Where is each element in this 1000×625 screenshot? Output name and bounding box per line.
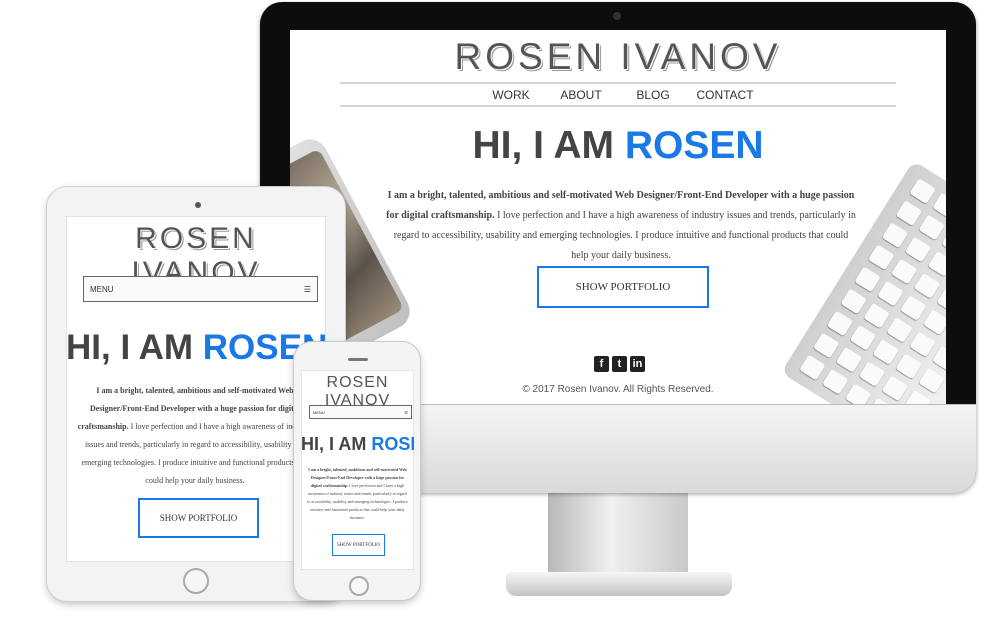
keyboard-key (812, 332, 840, 359)
show-portfolio-button[interactable]: SHOW PORTFOLIO (138, 498, 259, 538)
keyboard-key (890, 258, 918, 285)
hero-heading: HI, I AM ROSEN (301, 434, 414, 455)
keyboard-key (922, 309, 946, 336)
hero-prefix: HI, I AM (301, 434, 372, 454)
intro-rest: I love perfection and I have a high awar… (81, 422, 313, 485)
keyboard-key (854, 266, 881, 293)
nav-about[interactable]: ABOUT (545, 88, 617, 102)
show-portfolio-button[interactable]: SHOW PORTFOLIO (537, 266, 709, 308)
tablet-camera (195, 202, 201, 208)
hero-name: ROSEN (371, 434, 414, 454)
keyboard-key (927, 250, 946, 277)
menu-dropdown[interactable]: MENU ☰ (309, 405, 412, 419)
menu-label: MENU (90, 284, 114, 294)
hamburger-icon: ☰ (404, 409, 408, 415)
keyboard-key (936, 287, 946, 314)
intro-paragraph: I am a bright, talented, ambitious and s… (76, 382, 314, 490)
nav-blog[interactable]: BLOG (617, 88, 689, 102)
nav-bottom-rule (340, 105, 896, 107)
keyboard-key (895, 353, 922, 380)
keyboard-key (849, 324, 877, 351)
nav-contact[interactable]: CONTACT (689, 88, 761, 102)
phone-home-button (349, 576, 369, 596)
keyboard-key (877, 280, 904, 307)
keyboard-key (895, 200, 923, 227)
keyboard-key (900, 295, 927, 321)
keyboard-key (932, 345, 946, 372)
phone-screen: ROSEN IVANOV MENU ☰ HI, I AM ROSEN I am … (301, 370, 414, 570)
monitor-stand-neck (548, 492, 688, 582)
keyboard-key (909, 178, 936, 205)
keyboard-key (932, 192, 946, 219)
keyboard-key (840, 288, 867, 315)
keyboard-key (918, 214, 945, 241)
show-portfolio-button[interactable]: SHOW PORTFOLIO (332, 534, 385, 556)
site-logo[interactable]: ROSEN IVANOV (290, 36, 946, 78)
keyboard-key (886, 317, 913, 343)
keyboard-key (872, 339, 899, 365)
monitor-camera (613, 12, 621, 20)
keyboard-key (835, 346, 863, 373)
keyboard-key (826, 310, 854, 337)
intro-paragraph: I am a bright, talented, ambitious and s… (307, 466, 408, 522)
keyboard-key (863, 302, 890, 329)
tablet-screen: ROSEN IVANOV MENU ☰ HI, I AM ROSEN I am … (66, 216, 326, 562)
hamburger-icon: ☰ (303, 284, 311, 294)
tablet-home-button (183, 568, 209, 594)
nav-top-rule (340, 82, 896, 84)
hero-prefix: HI, I AM (472, 124, 625, 167)
keyboard-key (941, 228, 946, 255)
social-links: f t in (594, 356, 645, 372)
keyboard-key (909, 331, 936, 358)
intro-paragraph: I am a bright, talented, ambitious and s… (386, 186, 856, 266)
keyboard-key (904, 236, 932, 263)
hero-heading: HI, I AM ROSEN (290, 124, 946, 168)
hero-prefix: HI, I AM (66, 328, 203, 367)
intro-rest: I love perfection and I have a high awar… (307, 483, 408, 520)
keyboard-key (867, 397, 895, 404)
hero-name: ROSEN (624, 124, 764, 167)
twitter-icon[interactable]: t (612, 356, 627, 372)
keyboard-key (799, 354, 826, 381)
keyboard-key (881, 222, 909, 249)
hero-heading: HI, I AM ROSEN (66, 328, 326, 368)
keyboard-key (913, 272, 941, 299)
phone-speaker (348, 358, 368, 361)
monitor-stand-base (506, 572, 732, 596)
linkedin-icon[interactable]: in (630, 356, 645, 372)
menu-dropdown[interactable]: MENU ☰ (83, 276, 318, 302)
nav-work[interactable]: WORK (475, 88, 547, 102)
menu-label: MENU (313, 409, 325, 415)
main-nav: WORK ABOUT BLOG CONTACT (290, 88, 946, 102)
keyboard-key (868, 244, 895, 271)
facebook-icon[interactable]: f (594, 356, 609, 372)
